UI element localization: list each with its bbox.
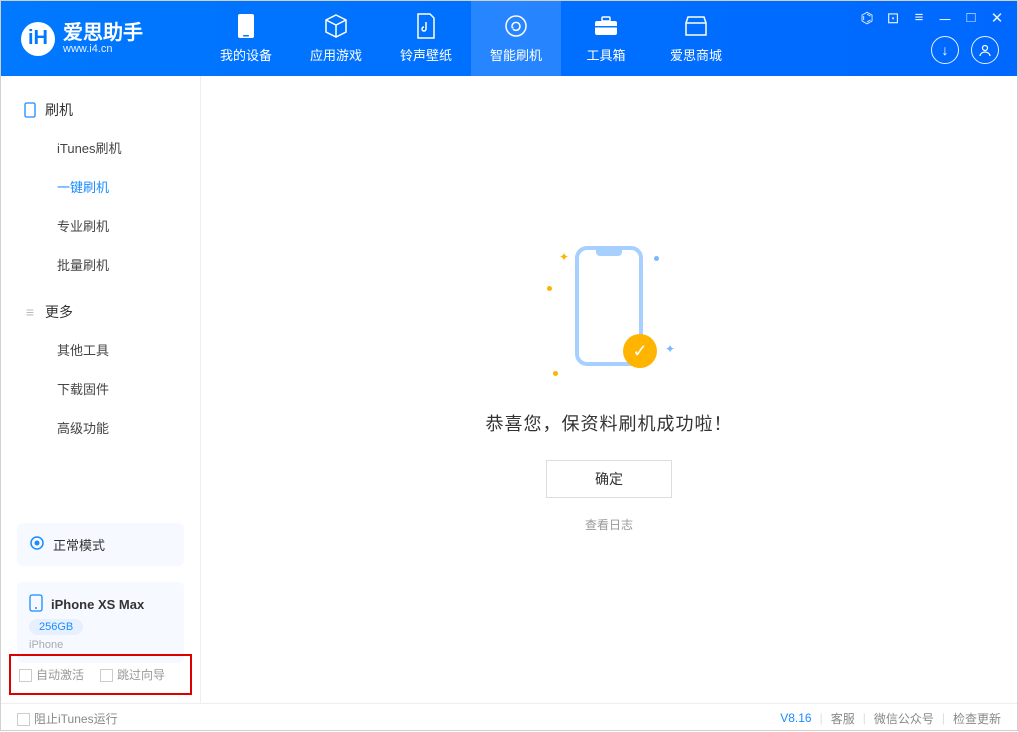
sidebar-item-oneclick-flash[interactable]: 一键刷机 bbox=[1, 167, 200, 206]
tshirt-icon[interactable]: ⌬ bbox=[859, 9, 875, 30]
section-title: 更多 bbox=[45, 302, 73, 322]
lock-icon[interactable]: ⊡ bbox=[885, 9, 901, 30]
sidebar: 刷机 iTunes刷机 一键刷机 专业刷机 批量刷机 ≡ 更多 其他工具 下载固… bbox=[1, 76, 201, 703]
checkbox-icon bbox=[17, 713, 30, 726]
footer-link-update[interactable]: 检查更新 bbox=[953, 710, 1001, 727]
nav-tabs: 我的设备 应用游戏 铃声壁纸 智能刷机 工具箱 爱思商城 bbox=[201, 1, 741, 76]
auto-activate-option[interactable]: 自动激活 bbox=[19, 666, 84, 683]
download-button[interactable]: ↓ bbox=[931, 36, 959, 64]
sparkle-icon: ✦ bbox=[665, 342, 675, 356]
app-domain: www.i4.cn bbox=[63, 43, 143, 55]
checkmark-badge-icon: ✓ bbox=[623, 334, 657, 368]
sidebar-item-itunes-flash[interactable]: iTunes刷机 bbox=[1, 128, 200, 167]
app-body: 刷机 iTunes刷机 一键刷机 专业刷机 批量刷机 ≡ 更多 其他工具 下载固… bbox=[1, 76, 1017, 703]
device-mode-block[interactable]: 正常模式 bbox=[17, 523, 184, 566]
sidebar-item-pro-flash[interactable]: 专业刷机 bbox=[1, 206, 200, 245]
file-music-icon bbox=[413, 13, 439, 39]
sidebar-item-other-tools[interactable]: 其他工具 bbox=[1, 330, 200, 369]
footer-link-support[interactable]: 客服 bbox=[831, 710, 855, 727]
option-label: 自动激活 bbox=[36, 668, 84, 682]
tab-toolbox[interactable]: 工具箱 bbox=[561, 1, 651, 76]
main-content: ✓ ✦ ✦ 恭喜您，保资料刷机成功啦！ 确定 查看日志 bbox=[201, 76, 1017, 703]
app-name: 爱思助手 bbox=[63, 23, 143, 43]
header-action-circles: ↓ bbox=[931, 36, 999, 64]
logo-area: iH 爱思助手 www.i4.cn bbox=[1, 22, 201, 56]
store-icon bbox=[683, 13, 709, 39]
sidebar-item-advanced[interactable]: 高级功能 bbox=[1, 408, 200, 447]
section-title: 刷机 bbox=[45, 100, 73, 120]
close-icon[interactable]: ✕ bbox=[989, 9, 1005, 30]
cube-icon bbox=[323, 13, 349, 39]
tab-label: 应用游戏 bbox=[310, 45, 362, 64]
device-info-block[interactable]: iPhone XS Max 256GB iPhone bbox=[17, 582, 184, 663]
dot-icon bbox=[547, 286, 552, 291]
version-label: V8.16 bbox=[780, 711, 811, 725]
dot-icon bbox=[654, 256, 659, 261]
status-bar: 阻止iTunes运行 V8.16 | 客服 | 微信公众号 | 检查更新 bbox=[1, 703, 1017, 732]
window-controls: ⌬ ⊡ ≡ － □ ✕ bbox=[859, 9, 1005, 30]
tab-label: 我的设备 bbox=[220, 45, 272, 64]
device-icon bbox=[233, 13, 259, 39]
mode-dot-icon bbox=[29, 535, 45, 554]
checkbox-icon bbox=[19, 669, 32, 682]
tab-smart-flash[interactable]: 智能刷机 bbox=[471, 1, 561, 76]
tab-ringtones-wallpapers[interactable]: 铃声壁纸 bbox=[381, 1, 471, 76]
dot-icon bbox=[553, 371, 558, 376]
mode-label: 正常模式 bbox=[53, 535, 105, 554]
menu-icon[interactable]: ≡ bbox=[911, 9, 927, 30]
footer-link-wechat[interactable]: 微信公众号 bbox=[874, 710, 934, 727]
option-label: 阻止iTunes运行 bbox=[34, 712, 118, 726]
block-itunes-option[interactable]: 阻止iTunes运行 bbox=[17, 710, 118, 727]
app-header: iH 爱思助手 www.i4.cn 我的设备 应用游戏 铃声壁纸 智能刷机 工具… bbox=[1, 1, 1017, 76]
view-log-link[interactable]: 查看日志 bbox=[585, 516, 633, 533]
flash-options-highlighted: 自动激活 跳过向导 bbox=[9, 654, 192, 695]
toolbox-icon bbox=[593, 13, 619, 39]
skip-guide-option[interactable]: 跳过向导 bbox=[100, 666, 165, 683]
device-phone-icon bbox=[29, 594, 43, 615]
device-type: iPhone bbox=[29, 639, 172, 651]
section-flash-header: 刷机 bbox=[1, 92, 200, 128]
tab-label: 铃声壁纸 bbox=[400, 45, 452, 64]
success-message: 恭喜您，保资料刷机成功啦！ bbox=[486, 410, 733, 436]
success-illustration: ✓ ✦ ✦ bbox=[539, 246, 679, 386]
tab-label: 智能刷机 bbox=[490, 45, 542, 64]
checkbox-icon bbox=[100, 669, 113, 682]
user-button[interactable] bbox=[971, 36, 999, 64]
sidebar-item-download-firmware[interactable]: 下载固件 bbox=[1, 369, 200, 408]
section-more-header: ≡ 更多 bbox=[1, 294, 200, 330]
tab-apps-games[interactable]: 应用游戏 bbox=[291, 1, 381, 76]
option-label: 跳过向导 bbox=[117, 668, 165, 682]
app-logo-icon: iH bbox=[21, 22, 55, 56]
tab-label: 爱思商城 bbox=[670, 45, 722, 64]
tab-store[interactable]: 爱思商城 bbox=[651, 1, 741, 76]
tab-label: 工具箱 bbox=[586, 45, 625, 64]
hamburger-icon: ≡ bbox=[23, 305, 37, 319]
maximize-icon[interactable]: □ bbox=[963, 9, 979, 30]
minimize-icon[interactable]: － bbox=[937, 9, 953, 30]
device-name: iPhone XS Max bbox=[51, 597, 144, 612]
sidebar-item-batch-flash[interactable]: 批量刷机 bbox=[1, 245, 200, 284]
phone-small-icon bbox=[23, 103, 37, 117]
refresh-shield-icon bbox=[503, 13, 529, 39]
sparkle-icon: ✦ bbox=[559, 250, 569, 264]
tab-my-device[interactable]: 我的设备 bbox=[201, 1, 291, 76]
ok-button[interactable]: 确定 bbox=[546, 460, 672, 498]
device-capacity-badge: 256GB bbox=[29, 619, 83, 635]
